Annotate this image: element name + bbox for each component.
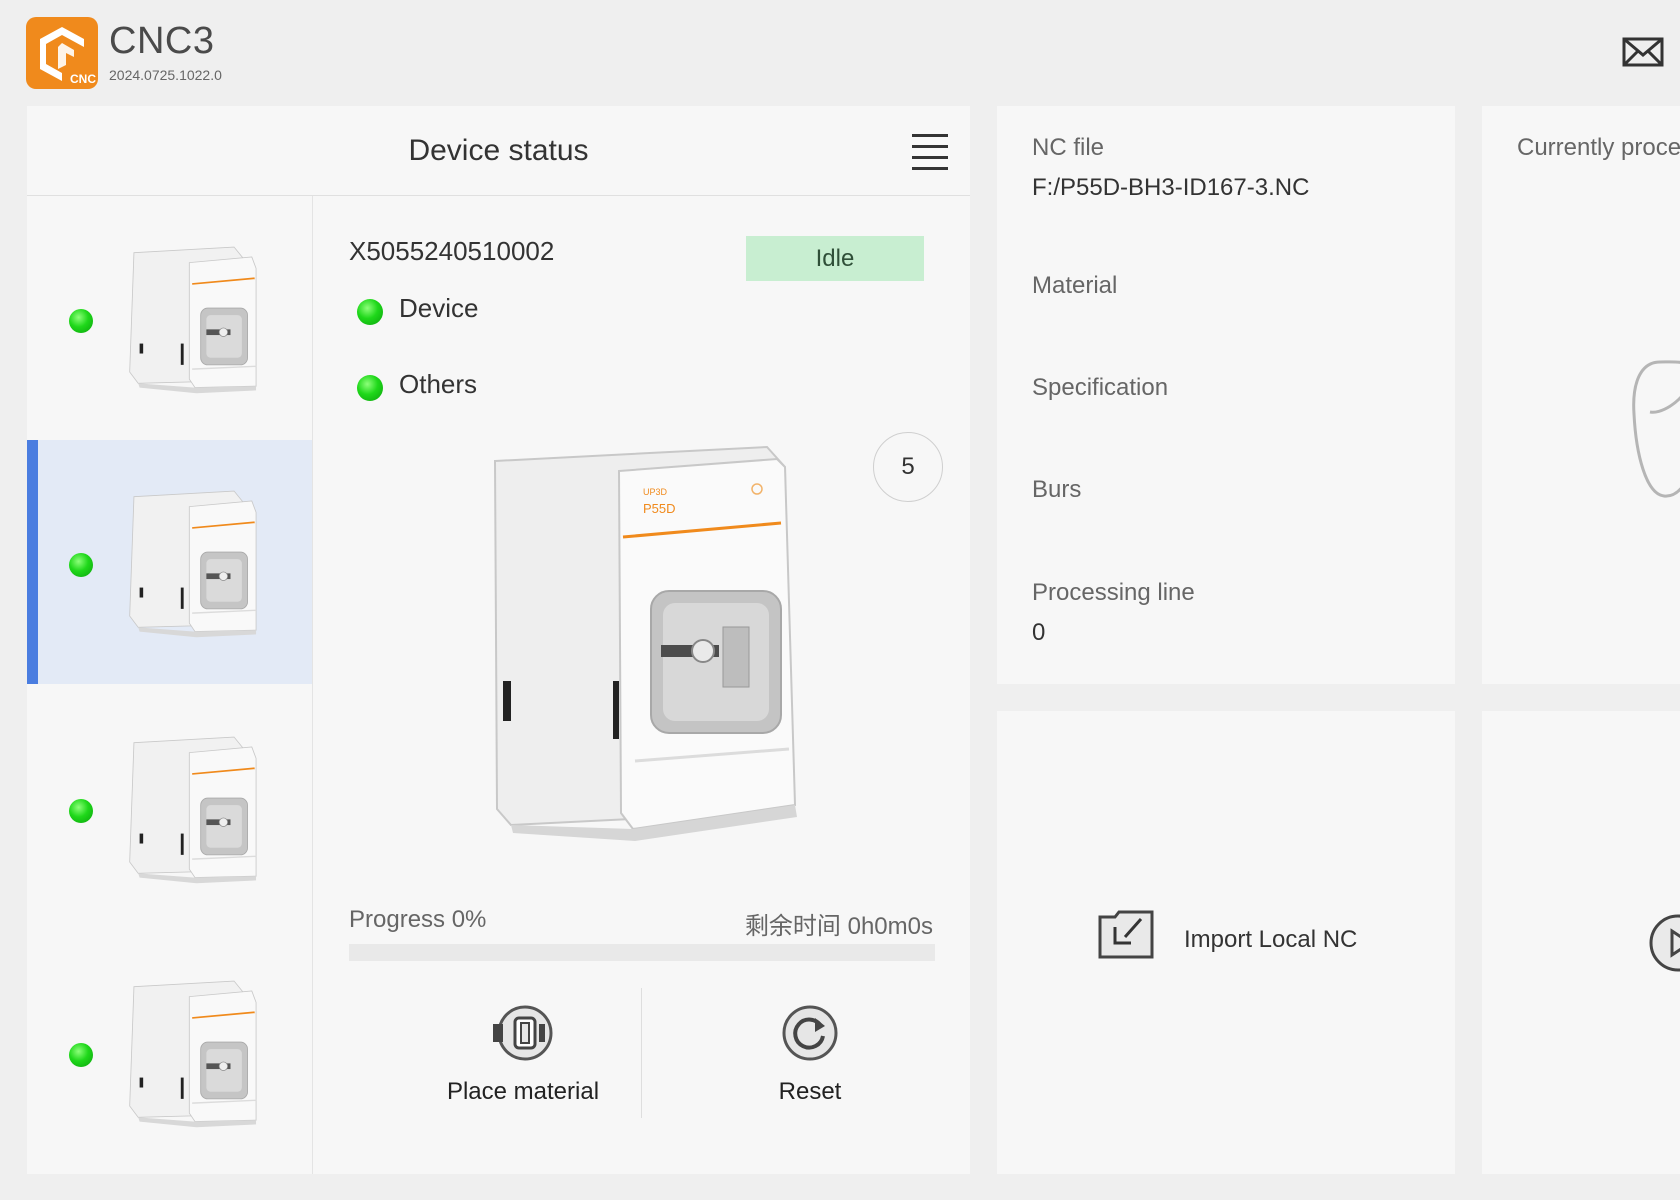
indicator-label: Device — [399, 293, 479, 323]
nc-file-label: NC file — [1032, 134, 1105, 161]
import-label: Import Local NC — [1184, 926, 1358, 953]
device-status-panel: Device status X5055240510002 Idle Device… — [27, 106, 970, 1174]
processing-title: Currently processing — [1517, 134, 1680, 161]
status-badge: Idle — [746, 236, 924, 281]
reset-label: Reset — [778, 1078, 842, 1105]
device-status-title: Device status — [408, 134, 589, 167]
nc-info-panel: NC file F:/P55D-BH3-ID167-3.NC Material … — [997, 106, 1455, 684]
machine-image: UP3D P55D — [493, 445, 797, 841]
machine-model: P55D — [643, 501, 676, 516]
app-title: CNC3 — [109, 20, 215, 62]
place-material-icon — [493, 1005, 553, 1061]
status-dot — [69, 799, 93, 823]
indicator-label: Others — [399, 369, 478, 399]
device-list-item[interactable] — [27, 196, 312, 440]
machine-brand: UP3D — [643, 487, 668, 497]
processing-line-value: 0 — [1032, 619, 1046, 646]
status-dot — [357, 299, 383, 325]
nc-file-value: F:/P55D-BH3-ID167-3.NC — [1032, 174, 1310, 201]
count-badge[interactable]: 5 — [873, 432, 943, 502]
machine-thumbnail — [128, 736, 257, 885]
start-panel — [1482, 711, 1680, 1174]
tooth-icon — [1632, 360, 1680, 498]
device-list — [27, 196, 313, 1174]
machine-thumbnail — [128, 246, 257, 395]
status-dot — [69, 553, 93, 577]
menu-icon[interactable] — [912, 134, 948, 170]
device-list-item[interactable] — [27, 686, 312, 930]
specification-label: Specification — [1032, 374, 1169, 401]
logo-text: CNC — [70, 72, 96, 86]
device-status-header: Device status — [27, 106, 970, 196]
progress-label: Progress 0% — [349, 906, 487, 933]
status-dot — [69, 309, 93, 333]
device-list-item-selected[interactable] — [27, 440, 312, 684]
status-dot — [69, 1043, 93, 1067]
burs-label: Burs — [1032, 476, 1082, 503]
remaining-time: 剩余时间 0h0m0s — [744, 913, 933, 940]
processing-panel: Currently processing — [1482, 106, 1680, 684]
import-icon — [1098, 910, 1154, 959]
play-icon[interactable] — [1648, 913, 1680, 973]
material-label: Material — [1032, 272, 1118, 299]
reset-icon — [782, 1005, 838, 1061]
reset-button[interactable]: Reset — [680, 1004, 940, 1124]
device-list-item[interactable] — [27, 930, 312, 1174]
place-material-label: Place material — [446, 1078, 600, 1105]
device-serial: X5055240510002 — [349, 236, 555, 266]
place-material-button[interactable]: Place material — [393, 1004, 653, 1124]
import-panel: Import Local NC — [997, 711, 1455, 1174]
processing-line-label: Processing line — [1032, 579, 1195, 606]
app-logo: CNC — [26, 17, 98, 89]
status-dot — [357, 375, 383, 401]
machine-thumbnail — [128, 980, 257, 1129]
progress-bar — [349, 944, 935, 961]
mail-icon[interactable] — [1622, 36, 1664, 68]
import-local-nc-button[interactable]: Import Local NC — [1097, 909, 1387, 969]
machine-thumbnail — [128, 490, 257, 639]
app-version: 2024.0725.1022.0 — [109, 67, 222, 83]
